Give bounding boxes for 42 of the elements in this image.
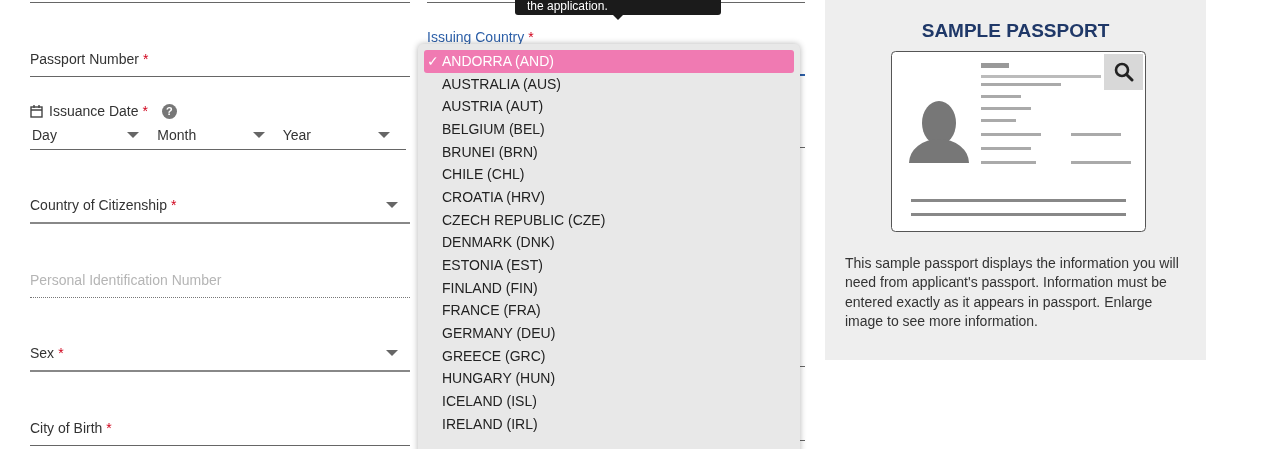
dropdown-option[interactable]: GREECE (GRC) xyxy=(424,344,794,368)
field-label: Issuance Date * xyxy=(49,101,148,121)
dropdown-option[interactable]: ICELAND (ISL) xyxy=(424,390,794,413)
caret-icon xyxy=(386,202,398,208)
dropdown-option[interactable]: AUSTRIA (AUT) xyxy=(424,95,794,119)
field-label: Issuing Country * xyxy=(427,29,534,45)
dropdown-option[interactable]: GERMANY (DEU) xyxy=(424,322,794,345)
search-icon xyxy=(1113,61,1134,82)
panel-description: This sample passport displays the information you will need from applicant's passport. Information must be entered exactly as it appears in passport. Enlarge image to see more information. xyxy=(844,253,1180,331)
text-field[interactable]: City of Birth * xyxy=(30,372,410,446)
help-icon[interactable]: ? xyxy=(161,103,177,119)
panel-title: SAMPLE PASSPORT xyxy=(921,19,1110,43)
date-select[interactable]: Day xyxy=(30,121,156,149)
calendar-icon xyxy=(30,104,43,118)
caret-icon xyxy=(386,350,398,356)
dropdown-option[interactable]: ESTONIA (EST) xyxy=(424,254,794,277)
dropdown-option[interactable]: AUSTRALIA (AUS) xyxy=(424,72,794,96)
dropdown-option[interactable]: FRANCE (FRA) xyxy=(424,299,794,323)
field-label: Passport Number * xyxy=(30,50,149,69)
field-label: Sex * xyxy=(30,344,64,363)
field-label: City of Birth * xyxy=(30,419,112,438)
select-field[interactable]: Sex * xyxy=(30,298,410,372)
date-select[interactable]: Year xyxy=(280,121,406,149)
dropdown-option[interactable]: CZECH REPUBLIC (CZE) xyxy=(424,208,794,232)
caret-icon xyxy=(252,132,265,138)
dropdown-option[interactable]: FINLAND (FIN) xyxy=(424,276,794,300)
dropdown-option[interactable]: BRUNEI (BRN) xyxy=(424,140,794,164)
field-label: Country of Citizenship * xyxy=(30,196,177,215)
tooltip: the application. xyxy=(515,0,721,20)
zoom-button[interactable] xyxy=(1104,53,1143,90)
dropdown-option[interactable]: CROATIA (HRV) xyxy=(424,186,794,209)
caret-icon xyxy=(127,132,140,138)
dropdown-option[interactable]: DENMARK (DNK) xyxy=(424,231,794,255)
date-select[interactable]: Month xyxy=(155,121,281,149)
dropdown-option[interactable]: IRELAND (IRL) xyxy=(424,413,794,436)
select-field[interactable]: Country of Citizenship * xyxy=(30,150,410,224)
text-field[interactable]: Passport Number * xyxy=(30,3,410,77)
caret-icon xyxy=(378,132,390,138)
dropdown-option[interactable]: CHILE (CHL) xyxy=(424,163,794,187)
tooltip-pointer-icon xyxy=(613,15,623,20)
dropdown-option[interactable]: HUNGARY (HUN) xyxy=(424,367,794,391)
dropdown-option[interactable]: BELGIUM (BEL) xyxy=(424,118,794,141)
